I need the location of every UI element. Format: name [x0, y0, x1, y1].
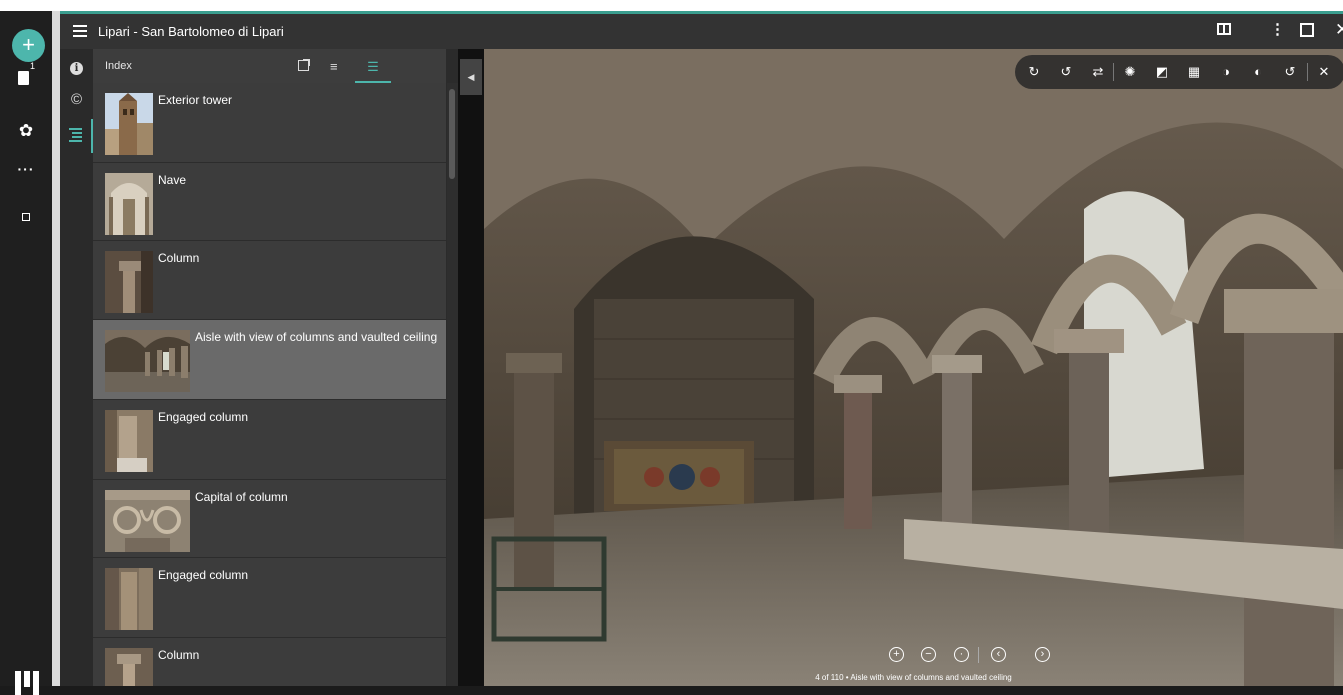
previous-canvas-icon[interactable]: ‹	[991, 647, 1006, 662]
image-tools-toolbar: ↻ ↺ ⇄ ✺ ◩ ▦ ◑ ◐ ↺ ✕	[1015, 55, 1343, 89]
more-options-button[interactable]: ···	[0, 161, 52, 177]
zoom-separator	[978, 647, 979, 663]
fullscreen-button[interactable]	[0, 208, 52, 226]
list-view-icon[interactable]: ≡	[330, 59, 338, 74]
add-resource-button[interactable]: +	[12, 29, 45, 62]
window-options-icon[interactable]: ⋮	[1270, 22, 1285, 37]
sidebar-collapse-gutter: ◀	[458, 49, 484, 686]
open-external-icon[interactable]	[298, 59, 310, 71]
invert-icon[interactable]: ◐	[1249, 63, 1267, 81]
index-scrollbar[interactable]	[447, 83, 458, 686]
thumbnail-aisle	[105, 330, 190, 392]
info-tab[interactable]: i	[60, 59, 93, 75]
rights-tab[interactable]: ©	[60, 91, 93, 108]
item-label: Nave	[158, 173, 187, 187]
list-item[interactable]: Exterior tower	[93, 83, 446, 163]
thumbnail-engaged-column	[105, 410, 153, 472]
item-label: Column	[158, 251, 200, 265]
list-item[interactable]: Engaged column	[93, 558, 446, 638]
fullscreen-icon	[22, 213, 30, 221]
index-list-icon	[69, 128, 82, 142]
scrollbar-thumb[interactable]	[449, 89, 455, 179]
item-label: Aisle with view of columns and vaulted c…	[195, 330, 438, 344]
thumbnail-capital	[105, 490, 190, 552]
settings-button[interactable]: ✿	[0, 121, 52, 141]
index-panel-header: Index ≡ ☰	[93, 49, 446, 83]
item-label: Exterior tower	[158, 93, 233, 107]
list-item[interactable]: Column	[93, 638, 446, 686]
menu-icon[interactable]	[73, 25, 87, 37]
companion-nav: i ©	[60, 49, 93, 686]
collapse-panel-button[interactable]: ◀	[460, 59, 482, 95]
split-view-icon[interactable]	[1217, 23, 1231, 35]
item-label: Column	[158, 648, 200, 662]
rotate-right-icon[interactable]: ↻	[1025, 63, 1043, 81]
thumbnail-engaged-column-2	[105, 568, 153, 630]
caret-left-icon: ◀	[467, 72, 475, 82]
window-titlebar: Lipari - San Bartolomeo di Lipari ⋮ ✕	[60, 14, 1343, 49]
zoom-controls: + − · ‹	[829, 645, 1006, 667]
window-list-button[interactable]: 1	[0, 61, 52, 90]
window-count-badge: 1	[29, 61, 35, 71]
close-window-icon[interactable]: ✕	[1335, 20, 1343, 40]
item-label: Capital of column	[195, 490, 288, 504]
bookmark-icon	[17, 71, 29, 86]
rotate-left-icon[interactable]: ↺	[1057, 63, 1075, 81]
item-label: Engaged column	[158, 410, 249, 424]
index-tab[interactable]	[60, 119, 93, 153]
list-item[interactable]: Aisle with view of columns and vaulted c…	[93, 320, 446, 400]
thumbnail-nave	[105, 173, 153, 235]
item-label: Engaged column	[158, 568, 249, 582]
canvas-label: 4 of 110 • Aisle with view of columns an…	[815, 673, 1012, 682]
reset-zoom-icon[interactable]: ·	[954, 647, 969, 662]
list-item[interactable]: Engaged column	[93, 400, 446, 480]
panel-title: Index	[105, 60, 132, 72]
info-icon: i	[70, 62, 83, 75]
next-canvas-icon[interactable]: ›	[1035, 647, 1050, 662]
image-viewer[interactable]: ↻ ↺ ⇄ ✺ ◩ ▦ ◑ ◐ ↺ ✕ + − · ‹ › 4 of 110 •…	[484, 49, 1343, 686]
copyright-icon: ©	[70, 91, 83, 108]
gear-icon: ✿	[18, 121, 34, 140]
revert-icon[interactable]: ↺	[1281, 63, 1299, 81]
window-title: Lipari - San Bartolomeo di Lipari	[98, 24, 284, 39]
main-image	[484, 49, 1343, 686]
viewer-window: Lipari - San Bartolomeo di Lipari ⋮ ✕ i …	[60, 11, 1343, 686]
zoom-out-icon[interactable]: −	[921, 647, 936, 662]
rail-divider	[52, 11, 60, 686]
list-item[interactable]: Capital of column	[93, 480, 446, 558]
thumbnail-column	[105, 251, 153, 313]
zoom-in-icon[interactable]: +	[889, 647, 904, 662]
toolbar-separator	[1307, 63, 1308, 81]
toolbar-separator	[1113, 63, 1114, 81]
list-item[interactable]: Nave	[93, 163, 446, 241]
mirador-logo	[15, 671, 39, 695]
grayscale-icon[interactable]: ▦	[1185, 63, 1203, 81]
close-tools-icon[interactable]: ✕	[1315, 63, 1333, 81]
thumbnail-exterior-tower	[105, 93, 153, 155]
list-item[interactable]: Column	[93, 241, 446, 320]
contrast-icon[interactable]: ◩	[1153, 63, 1171, 81]
browser-top-strip	[0, 0, 1343, 11]
index-list: Exterior tower Nave Column Aisle with vi…	[93, 83, 446, 686]
thumbnail-list-view-icon[interactable]: ☰	[355, 59, 391, 83]
maximize-icon[interactable]	[1300, 23, 1314, 37]
ellipsis-icon: ···	[17, 161, 35, 177]
thumbnail-column-2	[105, 648, 153, 686]
saturation-icon[interactable]: ◑	[1217, 63, 1235, 81]
flip-icon[interactable]: ⇄	[1089, 63, 1107, 81]
brightness-icon[interactable]: ✺	[1121, 63, 1139, 81]
workspace-rail: + 1 ✿ ···	[0, 11, 52, 695]
